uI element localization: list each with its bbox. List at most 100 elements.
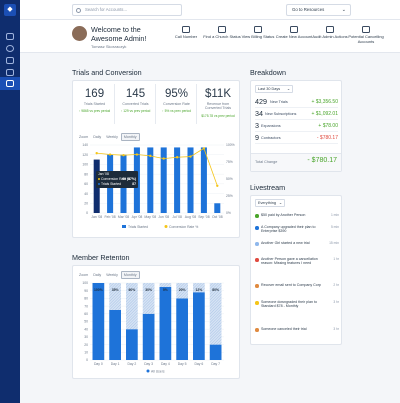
status-dot (255, 301, 259, 305)
legend-swatch (122, 225, 126, 228)
welcome-bar: Welcome to the Awesome Admin! Tomasz Sko… (20, 20, 400, 53)
y-tick-label: 0 (86, 358, 88, 362)
quick-action-billing[interactable]: View Billing Status (239, 26, 277, 40)
x-tick-label: Day 6 (194, 362, 203, 366)
line-point (135, 153, 139, 156)
bar-segment (209, 344, 222, 360)
tooltip-swatch (98, 183, 100, 185)
add-account-icon (290, 26, 298, 33)
home-icon[interactable] (6, 33, 14, 40)
chevron-down-icon: ⌄ (341, 7, 346, 13)
data-label: 12% (195, 288, 202, 292)
kpi-value: 95% (164, 88, 189, 100)
people-icon[interactable] (6, 80, 14, 87)
y-tick-label: 20 (84, 343, 88, 347)
x-tick-label: Jun '08 (158, 215, 169, 219)
tooltip-value: 90 (87%) (122, 177, 136, 181)
y-tick-label: 30 (84, 335, 88, 339)
y-tick-label: 80 (84, 297, 88, 301)
trials-zoom-bar: Zoom Daily Weekly Monthly (77, 133, 141, 141)
breakdown-row: 34 New Subscriptions + $1,092.01 (255, 108, 338, 120)
zoom-weekly[interactable]: Weekly (104, 272, 120, 278)
phone-icon (182, 26, 190, 33)
alert-icon (362, 26, 370, 33)
line-point (175, 156, 179, 159)
item-time: 15 min (329, 241, 339, 245)
y-tick-label: 100 (82, 163, 88, 167)
y-tick-label: 140 (82, 143, 88, 147)
kpi-conversion-rate: 95% Conversion Rate ↑ 5% vs prev period (157, 84, 197, 124)
x-tick-label: Day 3 (144, 362, 153, 366)
zoom-weekly[interactable]: Weekly (104, 134, 120, 140)
calendar-icon[interactable] (6, 57, 14, 64)
bar-segment (126, 329, 138, 360)
quick-action-call[interactable]: Call Number (167, 26, 205, 40)
item-time: 2 hr (333, 283, 339, 287)
livestream-filter[interactable]: Everything ⌄ (255, 199, 285, 207)
bar (214, 203, 221, 213)
quick-action-label: Create New Account (275, 34, 313, 39)
resources-label: Go to Resources (292, 7, 325, 12)
data-label: 5% (163, 288, 168, 292)
bar-segment (142, 313, 155, 360)
row-value: - $780.17 (316, 135, 338, 141)
y-tick-label: 60 (84, 182, 88, 186)
y2-tick-label: 50% (226, 177, 233, 181)
x-tick-label: Jul '08 (172, 215, 182, 219)
user-name: Tomasz Skorzaczyk (91, 44, 127, 49)
search-input[interactable]: Search for Accounts... (72, 4, 182, 16)
line-point (216, 184, 219, 187)
quick-action-cancelling[interactable]: Potential Cancelling Accounts (347, 26, 385, 45)
logo-icon[interactable]: ◆ (4, 4, 16, 16)
resources-dropdown[interactable]: Go to Resources ⌄ (286, 4, 351, 16)
quick-action-church[interactable]: Find a Church Status (203, 26, 241, 40)
data-label: 30% (145, 288, 152, 292)
row-count: 9 (255, 133, 259, 142)
x-tick-label: Day 4 (161, 362, 170, 366)
data-label: 100% (94, 288, 103, 292)
y-tick-label: 70 (84, 304, 88, 308)
zoom-daily[interactable]: Daily (91, 272, 103, 278)
row-value: + $3,356.50 (311, 99, 338, 105)
row-count: 3 (255, 121, 259, 130)
line-point (95, 151, 98, 155)
y-tick-label: 20 (84, 201, 88, 205)
total-value: - $780.17 (307, 157, 337, 164)
item-text: Recover email sent to Company Corp (261, 283, 321, 287)
line-point (162, 157, 165, 160)
gear-icon[interactable] (6, 69, 14, 76)
user-icon[interactable] (6, 45, 14, 52)
quick-action-audit[interactable]: Audit Admin Actions (311, 26, 349, 40)
kpi-label: Converted Trials (122, 102, 149, 106)
y-tick-label: 10 (84, 351, 88, 355)
x-tick-label: Aug '08 (185, 215, 197, 219)
zoom-monthly[interactable]: Monthly (120, 133, 140, 141)
quick-action-create[interactable]: Create New Account (275, 26, 313, 40)
period-select[interactable]: Last 30 Days ⌄ (255, 85, 293, 93)
avatar[interactable] (72, 26, 87, 41)
kpi-trials-started: 169 Trials Started ↑ 9865 vs prev period (75, 84, 115, 124)
breakdown-title: Breakdown (250, 68, 286, 77)
status-dot (255, 258, 259, 262)
y2-tick-label: 25% (226, 194, 233, 198)
zoom-label: Zoom (79, 135, 89, 139)
tooltip-swatch (98, 178, 100, 180)
row-value: + $1,092.01 (311, 111, 338, 117)
item-text: $50 paid by Another Person (261, 213, 306, 217)
bar-segment (209, 283, 222, 345)
zoom-daily[interactable]: Daily (91, 134, 103, 140)
legend-swatch (164, 225, 168, 228)
item-text: Another Girl started a new trial (261, 241, 310, 245)
retention-title: Member Retenton (72, 253, 130, 262)
quick-action-label: Find a Church Status (203, 34, 241, 39)
bar-segment (159, 283, 172, 287)
y-tick-label: 60 (84, 312, 88, 316)
data-label: 60% (128, 288, 135, 292)
trials-chart: 0 20 40 60 80 100 120 140 0% 25% 50% 75% 100% Jan '08… (82, 143, 234, 229)
bar-segment (193, 292, 205, 360)
status-dot (255, 214, 259, 218)
zoom-monthly[interactable]: Monthly (120, 271, 140, 279)
period-value: Last 30 Days (258, 87, 281, 91)
bar-segment (159, 286, 172, 360)
kpi-change: ↑ 5% vs prev period (162, 109, 191, 114)
